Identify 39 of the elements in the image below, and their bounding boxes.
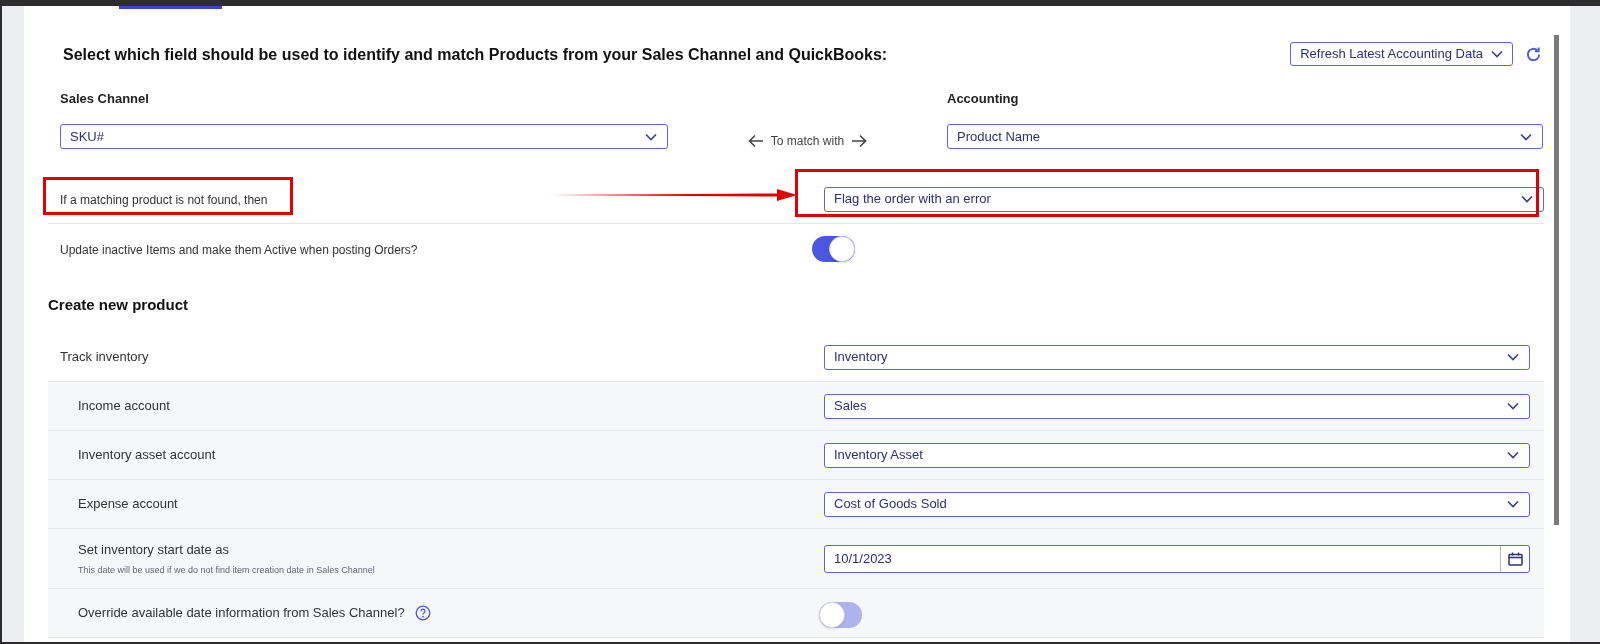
refresh-icon[interactable] [1525,45,1542,63]
toggle-switch[interactable] [819,602,862,628]
help-icon[interactable] [414,605,431,621]
setting-label: Override available date information from Sales Channel? [78,604,405,623]
match-label: To match with [770,132,845,150]
refresh-dropdown[interactable]: Refresh Latest Accounting Data [1290,42,1513,66]
setting-label: If a matching product is not found, then [60,193,268,207]
calendar-icon[interactable] [1507,551,1523,566]
heading: Select which field should be used to identify and match Products from your Sales Channel and QuickBooks: [63,45,888,65]
toggle-switch[interactable] [812,235,855,262]
dropdown[interactable]: Product Name [947,124,1543,149]
setting-label: Update inactive Items and make them Active when posting Orders? [60,242,418,257]
chevron-down-icon [1507,402,1519,410]
field-label: Sales Channel [60,91,149,106]
setting-label: Income account [78,397,170,416]
setting-label: Inventory asset account [78,446,216,465]
chevron-down-icon [1521,195,1533,203]
right-arrow-icon [851,133,868,148]
chevron-down-icon [1520,132,1532,141]
field-label: Accounting [947,90,1019,108]
setting-label: Set inventory start date as [78,541,230,559]
scrollbar[interactable] [1554,35,1559,525]
left-arrow-icon [747,133,764,148]
chevron-down-icon [1507,451,1519,459]
section-title: Create new product [48,294,190,315]
chevron-down-icon [1491,50,1503,58]
setting-label: Expense account [78,495,178,514]
chevron-down-icon [1507,353,1519,361]
date-field[interactable]: 10/1/2023 [824,544,1530,573]
dropdown[interactable]: Flag the order with an error [824,186,1544,212]
chevron-down-icon [1507,500,1519,508]
chevron-down-icon [645,132,657,141]
hint-text: This date will be used if we do not find item creation date in Sales Channel [78,563,376,577]
dropdown[interactable]: SKU# [60,124,668,149]
dropdown[interactable]: Cost of Goods Sold [824,491,1530,517]
dropdown[interactable]: Sales [824,393,1530,419]
setting-label: Track inventory [60,348,149,367]
dropdown[interactable]: Inventory Asset [824,442,1530,468]
dropdown[interactable]: Inventory [824,344,1530,370]
